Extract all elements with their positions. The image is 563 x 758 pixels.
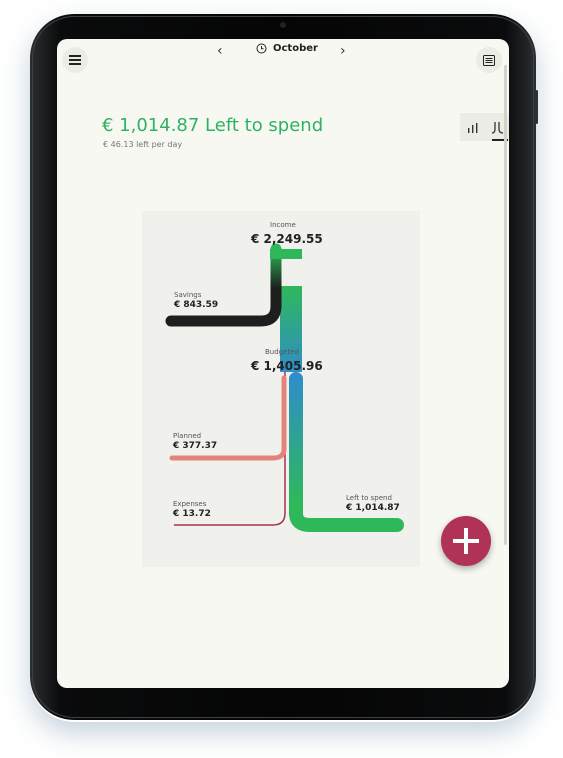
left-to-spend-label: Left to spend [346, 494, 392, 502]
camera [280, 22, 286, 28]
clock-icon [256, 43, 267, 54]
flow-income-savings [165, 243, 282, 327]
left-to-spend-value: € 1,014.87 [346, 503, 400, 513]
hamburger-menu-icon [69, 55, 81, 65]
bar-view-button[interactable] [464, 118, 482, 136]
left-to-spend-headline: € 1,014.87 Left to spend [102, 115, 324, 136]
scrollbar[interactable] [504, 65, 507, 545]
next-month-button[interactable]: › [340, 43, 346, 59]
chart-view-toggle [460, 113, 509, 141]
expenses-value: € 13.72 [173, 509, 211, 519]
income-label: Income [270, 221, 296, 229]
per-day-amount: € 46.13 left per day [103, 140, 183, 149]
power-button [535, 90, 538, 124]
previous-month-button[interactable]: ‹ [217, 43, 223, 59]
budgeted-label: Budgeted [265, 348, 299, 356]
menu-button[interactable] [62, 47, 88, 73]
savings-label: Savings [174, 291, 202, 299]
app-screen: ‹ October › € 1,014.87 Left to spend € 4… [57, 39, 509, 688]
savings-value: € 843.59 [174, 300, 219, 310]
month-selector[interactable]: October [256, 43, 318, 54]
list-view-button[interactable] [476, 47, 502, 73]
expenses-label: Expenses [173, 500, 207, 508]
flow-income-top [270, 249, 302, 259]
budget-flow-chart: Income € 2,249.55 Savings € 843.59 Budge… [142, 211, 420, 567]
add-transaction-button[interactable] [441, 516, 491, 566]
budgeted-value: € 1,405.96 [251, 359, 323, 373]
planned-value: € 377.37 [173, 441, 218, 451]
bar-chart-icon [468, 123, 478, 133]
income-value: € 2,249.55 [251, 232, 323, 246]
planned-label: Planned [173, 432, 202, 440]
list-view-icon [483, 54, 495, 66]
month-label: October [273, 43, 318, 54]
